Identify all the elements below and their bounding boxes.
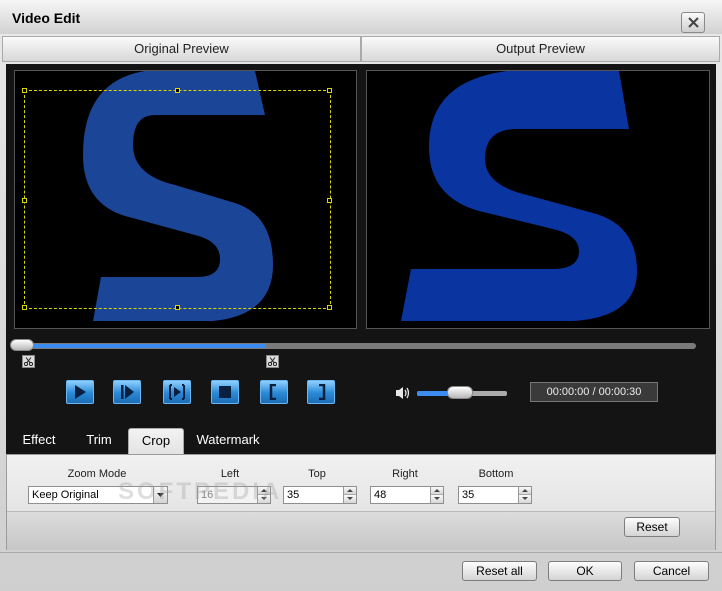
trim-start-marker[interactable] [22, 355, 35, 368]
timeline-selection [14, 344, 266, 348]
reset-button[interactable]: Reset [624, 517, 680, 537]
arrow-down-icon [522, 497, 528, 500]
play-selection-icon [169, 384, 185, 400]
top-decrement-button[interactable] [344, 495, 356, 503]
play-selection-button[interactable] [163, 380, 191, 404]
crop-selection[interactable] [22, 88, 332, 310]
top-increment-button[interactable] [344, 487, 356, 495]
video-edit-window: Video Edit Original Preview Output Previ… [0, 0, 722, 591]
top-spin-buttons [343, 487, 356, 503]
bottom-input[interactable]: 35 [458, 486, 532, 504]
right-bracket-icon [319, 384, 326, 400]
right-input[interactable]: 48 [370, 486, 444, 504]
bottom-value: 35 [462, 489, 475, 501]
stop-icon [219, 386, 231, 398]
crop-handle-bottom-right[interactable] [327, 305, 332, 310]
tab-effect[interactable]: Effect [14, 426, 64, 454]
timeline-slider[interactable] [10, 339, 696, 351]
crop-handle-middle-left[interactable] [22, 198, 27, 203]
volume-thumb[interactable] [447, 386, 473, 399]
original-preview [14, 70, 357, 329]
crop-handle-top-right[interactable] [327, 88, 332, 93]
top-label: Top [308, 468, 326, 480]
player-stage: 00:00:00 / 00:00:30 [6, 64, 716, 426]
set-start-point-button[interactable] [260, 380, 288, 404]
output-preview-header: Output Preview [361, 36, 720, 62]
arrow-down-icon [347, 497, 353, 500]
stop-button[interactable] [211, 380, 239, 404]
right-label: Right [392, 468, 418, 480]
cancel-button[interactable]: Cancel [634, 561, 709, 581]
title-bar: Video Edit [0, 0, 722, 34]
ok-button[interactable]: OK [548, 561, 622, 581]
right-value: 48 [374, 489, 387, 501]
top-value: 35 [287, 489, 300, 501]
bottom-spin-buttons [518, 487, 531, 503]
arrow-up-icon [522, 489, 528, 492]
bottom-increment-button[interactable] [519, 487, 531, 495]
window-title: Video Edit [12, 10, 81, 26]
crop-panel-footer [7, 511, 715, 550]
right-decrement-button[interactable] [431, 495, 443, 503]
right-increment-button[interactable] [431, 487, 443, 495]
footer-divider [0, 552, 722, 553]
output-video-frame [401, 71, 637, 321]
edit-tabs: Effect Trim Crop Watermark [6, 426, 716, 454]
play-button[interactable] [66, 380, 94, 404]
zoom-mode-value: Keep Original [32, 489, 99, 501]
original-preview-header: Original Preview [2, 36, 361, 62]
play-icon [75, 385, 86, 399]
step-forward-button[interactable] [113, 380, 141, 404]
volume-slider[interactable] [417, 386, 507, 399]
timeline-thumb[interactable] [10, 339, 34, 351]
time-display: 00:00:00 / 00:00:30 [530, 382, 658, 402]
arrow-up-icon [347, 489, 353, 492]
arrow-up-icon [434, 489, 440, 492]
tab-crop[interactable]: Crop [128, 428, 184, 454]
crop-handle-top-center[interactable] [175, 88, 180, 93]
scissors-icon [268, 357, 277, 366]
bottom-decrement-button[interactable] [519, 495, 531, 503]
tab-watermark[interactable]: Watermark [192, 426, 264, 454]
scissors-icon [24, 357, 33, 366]
crop-handle-bottom-center[interactable] [175, 305, 180, 310]
right-spin-buttons [430, 487, 443, 503]
crop-panel: Zoom Mode Keep Original Left 16 Top 35 R… [6, 454, 716, 550]
top-input[interactable]: 35 [283, 486, 357, 504]
close-icon [688, 17, 699, 28]
left-bracket-icon [269, 384, 276, 400]
reset-all-button[interactable]: Reset all [462, 561, 537, 581]
bottom-label: Bottom [478, 468, 514, 480]
crop-handle-bottom-left[interactable] [22, 305, 27, 310]
crop-handle-middle-right[interactable] [327, 198, 332, 203]
output-preview [366, 70, 710, 329]
crop-handle-top-left[interactable] [22, 88, 27, 93]
trim-end-marker[interactable] [266, 355, 279, 368]
arrow-down-icon [434, 497, 440, 500]
tab-trim[interactable]: Trim [78, 426, 120, 454]
volume-icon [396, 387, 410, 399]
watermark-text: SOFTPEDIA [118, 478, 283, 505]
set-end-point-button[interactable] [307, 380, 335, 404]
close-button[interactable] [681, 12, 705, 33]
step-forward-icon [121, 385, 134, 399]
